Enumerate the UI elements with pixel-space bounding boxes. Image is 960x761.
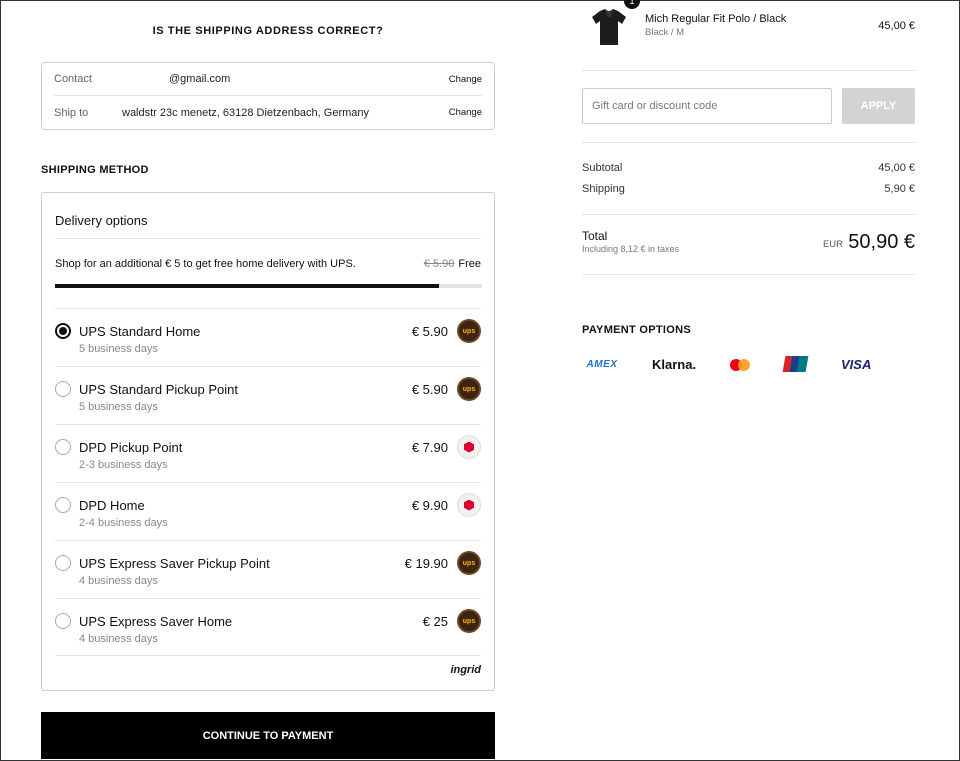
- radio-button[interactable]: [55, 613, 71, 629]
- shipping-option-ups-express-home[interactable]: UPS Express Saver Home 4 business days €…: [55, 598, 481, 656]
- mastercard-icon: [730, 355, 752, 373]
- dpd-icon: [457, 493, 481, 517]
- option-delivery-time: 4 business days: [79, 633, 158, 645]
- ups-icon: ups: [457, 377, 481, 401]
- option-price: € 5.90: [411, 324, 448, 339]
- total-tax-note: Including 8,12 € in taxes: [582, 244, 680, 254]
- product-variant: Black / M: [645, 27, 685, 38]
- amex-icon: AMEX: [586, 358, 618, 370]
- delivery-options-panel: Delivery options Shop for an additional …: [41, 192, 495, 691]
- option-name: UPS Express Saver Pickup Point: [79, 556, 270, 571]
- shipping-cost-value: 5,90 €: [884, 183, 915, 195]
- promo-text: Shop for an additional € 5 to get free h…: [55, 258, 356, 270]
- free-shipping-progress-bar: [55, 284, 482, 288]
- change-contact-link[interactable]: Change: [449, 74, 482, 85]
- order-summary-column: 1 Mich Regular Fit Polo / Black Black / …: [582, 0, 915, 761]
- divider: [582, 142, 915, 143]
- visa-icon: VISA: [841, 356, 872, 372]
- address-summary: Contact @gmail.com Change Ship to waldst…: [41, 62, 495, 130]
- divider: [582, 274, 915, 275]
- option-delivery-time: 2-4 business days: [79, 517, 168, 529]
- shipping-option-dpd-home[interactable]: DPD Home 2-4 business days € 9.90: [55, 482, 481, 540]
- payment-options-title: PAYMENT OPTIONS: [582, 324, 692, 336]
- shipping-cost-label: Shipping: [582, 183, 625, 195]
- option-price: € 19.90: [404, 556, 448, 571]
- option-delivery-time: 4 business days: [79, 575, 158, 587]
- cart-item: 1 Mich Regular Fit Polo / Black Black / …: [582, 0, 915, 51]
- divider: [55, 655, 481, 656]
- shipping-option-ups-standard-home[interactable]: UPS Standard Home 5 business days € 5.90…: [55, 308, 481, 366]
- contact-row: Contact @gmail.com Change: [54, 63, 482, 96]
- divider: [55, 238, 481, 239]
- option-price: € 7.90: [411, 440, 448, 455]
- option-name: UPS Standard Home: [79, 324, 201, 339]
- option-price: € 25: [422, 614, 448, 629]
- ship-to-value: waldstr 23c menetz, 63128 Dietzenbach, G…: [122, 106, 370, 119]
- promo-old-price: € 5.90: [423, 258, 455, 270]
- payment-logos: AMEX Klarna. VISA: [582, 355, 882, 373]
- total-currency: EUR: [822, 239, 843, 250]
- continue-to-payment-button[interactable]: CONTINUE TO PAYMENT: [41, 712, 495, 759]
- dpd-icon: [457, 435, 481, 459]
- address-title: IS THE SHIPPING ADDRESS CORRECT?: [152, 25, 384, 37]
- shipping-method-title: SHIPPING METHOD: [41, 164, 149, 176]
- option-delivery-time: 2-3 business days: [79, 459, 168, 471]
- promo-price: € 5.90 Free: [424, 258, 481, 270]
- shipping-option-ups-standard-pickup[interactable]: UPS Standard Pickup Point 5 business day…: [55, 366, 481, 424]
- change-address-link[interactable]: Change: [449, 107, 482, 118]
- radio-button[interactable]: [55, 555, 71, 571]
- radio-button[interactable]: [55, 497, 71, 513]
- contact-label: Contact: [54, 73, 92, 85]
- subtotal-label: Subtotal: [582, 162, 623, 174]
- subtotal-row: Subtotal 45,00 €: [582, 162, 915, 174]
- product-name: Mich Regular Fit Polo / Black: [645, 13, 787, 25]
- option-delivery-time: 5 business days: [79, 401, 158, 413]
- progress-fill: [55, 284, 440, 288]
- shipping-cost-row: Shipping 5,90 €: [582, 183, 915, 195]
- ups-icon: ups: [457, 551, 481, 575]
- divider: [582, 70, 915, 71]
- ship-to-row: Ship to waldstr 23c menetz, 63128 Dietze…: [54, 96, 482, 129]
- contact-value: @gmail.com: [169, 73, 231, 85]
- divider: [582, 214, 915, 215]
- ups-icon: ups: [457, 319, 481, 343]
- ship-to-label: Ship to: [54, 106, 89, 119]
- delivery-options-title: Delivery options: [55, 213, 148, 228]
- free-shipping-promo: Shop for an additional € 5 to get free h…: [55, 258, 481, 270]
- product-price: 45,00 €: [878, 20, 915, 32]
- option-name: DPD Pickup Point: [79, 440, 183, 455]
- option-price: € 5.90: [411, 382, 448, 397]
- total-label: Total: [582, 229, 608, 243]
- discount-code-input[interactable]: [582, 88, 832, 124]
- option-price: € 9.90: [411, 498, 448, 513]
- total-value: 50,90 €: [848, 231, 915, 253]
- klarna-icon: Klarna.: [652, 356, 697, 372]
- option-name: DPD Home: [79, 498, 145, 513]
- product-thumbnail: [592, 9, 626, 45]
- radio-button[interactable]: [55, 323, 71, 339]
- shipping-option-ups-express-pickup[interactable]: UPS Express Saver Pickup Point 4 busines…: [55, 540, 481, 598]
- option-name: UPS Express Saver Home: [79, 614, 233, 629]
- ingrid-logo: ingrid: [450, 664, 481, 676]
- radio-button[interactable]: [55, 381, 71, 397]
- promo-new-price: Free: [458, 258, 481, 270]
- apply-discount-button[interactable]: APPLY: [842, 88, 915, 124]
- radio-button[interactable]: [55, 439, 71, 455]
- subtotal-value: 45,00 €: [878, 162, 915, 174]
- option-name: UPS Standard Pickup Point: [79, 382, 238, 397]
- unionpay-icon: [782, 356, 809, 372]
- ups-icon: ups: [457, 609, 481, 633]
- option-delivery-time: 5 business days: [79, 343, 158, 355]
- shipping-option-dpd-pickup[interactable]: DPD Pickup Point 2-3 business days € 7.9…: [55, 424, 481, 482]
